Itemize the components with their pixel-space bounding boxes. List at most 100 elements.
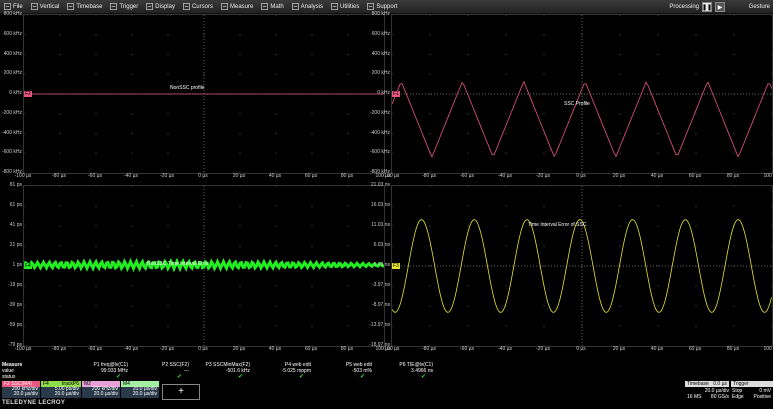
timebase-delay: 0.0 µs	[713, 381, 727, 387]
gesture-button[interactable]: Gesture	[749, 0, 770, 14]
x-tick-tl: 0 µs	[198, 173, 208, 179]
menu-label: Timebase	[76, 3, 103, 10]
menu-utilities[interactable]: Utilities	[327, 0, 363, 14]
trace-marker-br[interactable]: F3	[392, 263, 400, 269]
menu-label: Math	[270, 3, 284, 10]
menu-trigger[interactable]: Trigger	[106, 0, 142, 14]
trigger-icon	[110, 3, 118, 10]
y-tick-tl: -400 kHz	[1, 129, 22, 136]
display-icon	[146, 3, 154, 10]
menu-label: File	[13, 3, 23, 10]
menu-label: Support	[376, 3, 398, 10]
y-tick-tr: 0 kHz	[377, 90, 390, 96]
measure-icon	[221, 3, 228, 10]
trigger-type: Edge	[732, 394, 744, 400]
measurement-table[interactable]: Measure value status P1 freq@lv(C1) 99.93…	[0, 362, 773, 382]
x-tick-tl: -60 µs	[88, 173, 102, 179]
x-tick-br: -60 µs	[460, 346, 474, 352]
descriptor-f4[interactable]: F4 trackP6 5.00 ps/div 20.0 µs/div	[41, 381, 81, 398]
menu-math[interactable]: Math	[257, 0, 287, 14]
play-button[interactable]: ▶	[715, 2, 725, 12]
y-tick-tr: 600 kHz	[371, 30, 390, 37]
grid-top-left[interactable]: NonSSC profile F2	[23, 14, 385, 174]
cursors-icon	[183, 3, 190, 10]
descriptor-m4[interactable]: M4 20.0 µs/div 20.0 µs/div	[121, 381, 159, 398]
annotation-tr[interactable]: SSC Profile	[564, 101, 590, 107]
add-trace-button[interactable]: +	[162, 384, 200, 400]
x-tick-tl: -100 µs	[14, 173, 32, 179]
x-tick-bl: -60 µs	[88, 346, 102, 352]
menu-cursors[interactable]: Cursors	[179, 0, 217, 14]
menu-label: Display	[155, 3, 175, 10]
x-tick-tr: -60 µs	[460, 173, 474, 179]
timebase-label: Timebase	[687, 381, 709, 387]
descriptor-f2-line2: 20.0 µs/div	[13, 391, 38, 397]
menu-measure[interactable]: Measure	[217, 0, 257, 14]
menu-label: Measure	[229, 3, 254, 10]
x-tick-tl: 20 µs	[232, 173, 246, 179]
y-tick-bl: 81 ps	[9, 182, 22, 188]
x-tick-bl: 60 µs	[304, 346, 318, 352]
grid-svg	[392, 15, 772, 173]
pause-button[interactable]: ❚❚	[702, 2, 712, 12]
menu-label: Utilities	[340, 3, 360, 10]
grid-svg	[392, 186, 772, 346]
y-tick-tr: 400 kHz	[371, 50, 390, 57]
grid-bottom-left[interactable]: NonSSC Time Interval Error F4	[23, 185, 385, 347]
vertical-icon	[30, 3, 38, 10]
x-tick-tr: 0 µs	[576, 173, 586, 179]
x-tick-bl: 0 µs	[198, 346, 208, 352]
x-tick-tr: 80 µs	[726, 173, 740, 179]
x-tick-bl: -40 µs	[124, 346, 138, 352]
y-tick-tl: 200 kHz	[3, 70, 22, 77]
status-check-icon: ✔	[299, 374, 305, 380]
x-tick-tr: -20 µs	[536, 173, 550, 179]
menu-label: Analysis	[300, 3, 324, 10]
y-tick-br: -8.97 ns	[371, 302, 390, 308]
descriptor-f4-line3: 20.0 µs/div	[54, 391, 79, 397]
timebase-trigger-box[interactable]: Timebase 0.0 µs Trigger 20.0 µs/div 16 M…	[685, 381, 773, 409]
annotation-bl[interactable]: NonSSC Time Interval Error	[147, 261, 209, 267]
menu-vertical[interactable]: Vertical	[27, 0, 64, 14]
y-tick-tl: -600 kHz	[1, 149, 22, 156]
x-tick-tl: -40 µs	[124, 173, 138, 179]
y-tick-bl: -39 ps	[8, 302, 22, 308]
x-tick-tr: -40 µs	[498, 173, 512, 179]
y-tick-tr: 800 kHz	[371, 11, 390, 17]
grid-top-right[interactable]: SSC Profile F1	[391, 14, 773, 174]
trigger-label: Trigger	[731, 381, 773, 387]
x-tick-br: -80 µs	[422, 346, 436, 352]
y-tick-br: 16.03 ns	[370, 202, 390, 208]
menu-display[interactable]: Display	[142, 0, 179, 14]
x-tick-bl: -20 µs	[160, 346, 174, 352]
menu-timebase[interactable]: Timebase	[63, 0, 106, 14]
trigger-slope: Positive	[753, 394, 771, 400]
menu-label: Cursors	[191, 3, 213, 10]
grid-svg	[24, 15, 384, 173]
x-tick-bl: -100 µs	[14, 346, 32, 352]
x-tick-br: 20 µs	[612, 346, 626, 352]
descriptor-m2[interactable]: M2 200 kHz/div 20.0 µs/div	[82, 381, 120, 398]
grid-bottom-right[interactable]: Time Interval Error of SSC F3	[391, 185, 773, 347]
status-check-icon: ✔	[421, 374, 427, 380]
annotation-br[interactable]: Time Interval Error of SSC	[528, 222, 586, 228]
descriptor-f2[interactable]: F2 SSC(M4) 200 kHz/div 20.0 µs/div	[2, 381, 40, 398]
menu-analysis[interactable]: Analysis	[288, 0, 327, 14]
trace-marker-tl[interactable]: F2	[24, 91, 32, 97]
x-tick-br: -20 µs	[536, 346, 550, 352]
processing-label: Processing	[669, 4, 699, 10]
annotation-tl[interactable]: NonSSC profile	[170, 85, 204, 91]
trace-marker-bl[interactable]: F4	[24, 263, 32, 269]
menu-label: Trigger	[119, 3, 139, 10]
trace-marker-tr[interactable]: F1	[392, 91, 400, 97]
status-check-icon: ✔	[360, 374, 366, 380]
x-tick-tl: -80 µs	[52, 173, 66, 179]
status-check-icon: ✔	[238, 374, 244, 380]
y-tick-br: -13.97 ns	[369, 322, 390, 328]
support-icon	[367, 3, 375, 10]
y-tick-tr: -600 kHz	[369, 149, 390, 156]
x-tick-tr: 40 µs	[650, 173, 664, 179]
y-tick-br: 11.03 ns	[371, 222, 390, 228]
y-tick-tl: 800 kHz	[3, 11, 22, 17]
x-tick-tr: 20 µs	[612, 173, 626, 179]
